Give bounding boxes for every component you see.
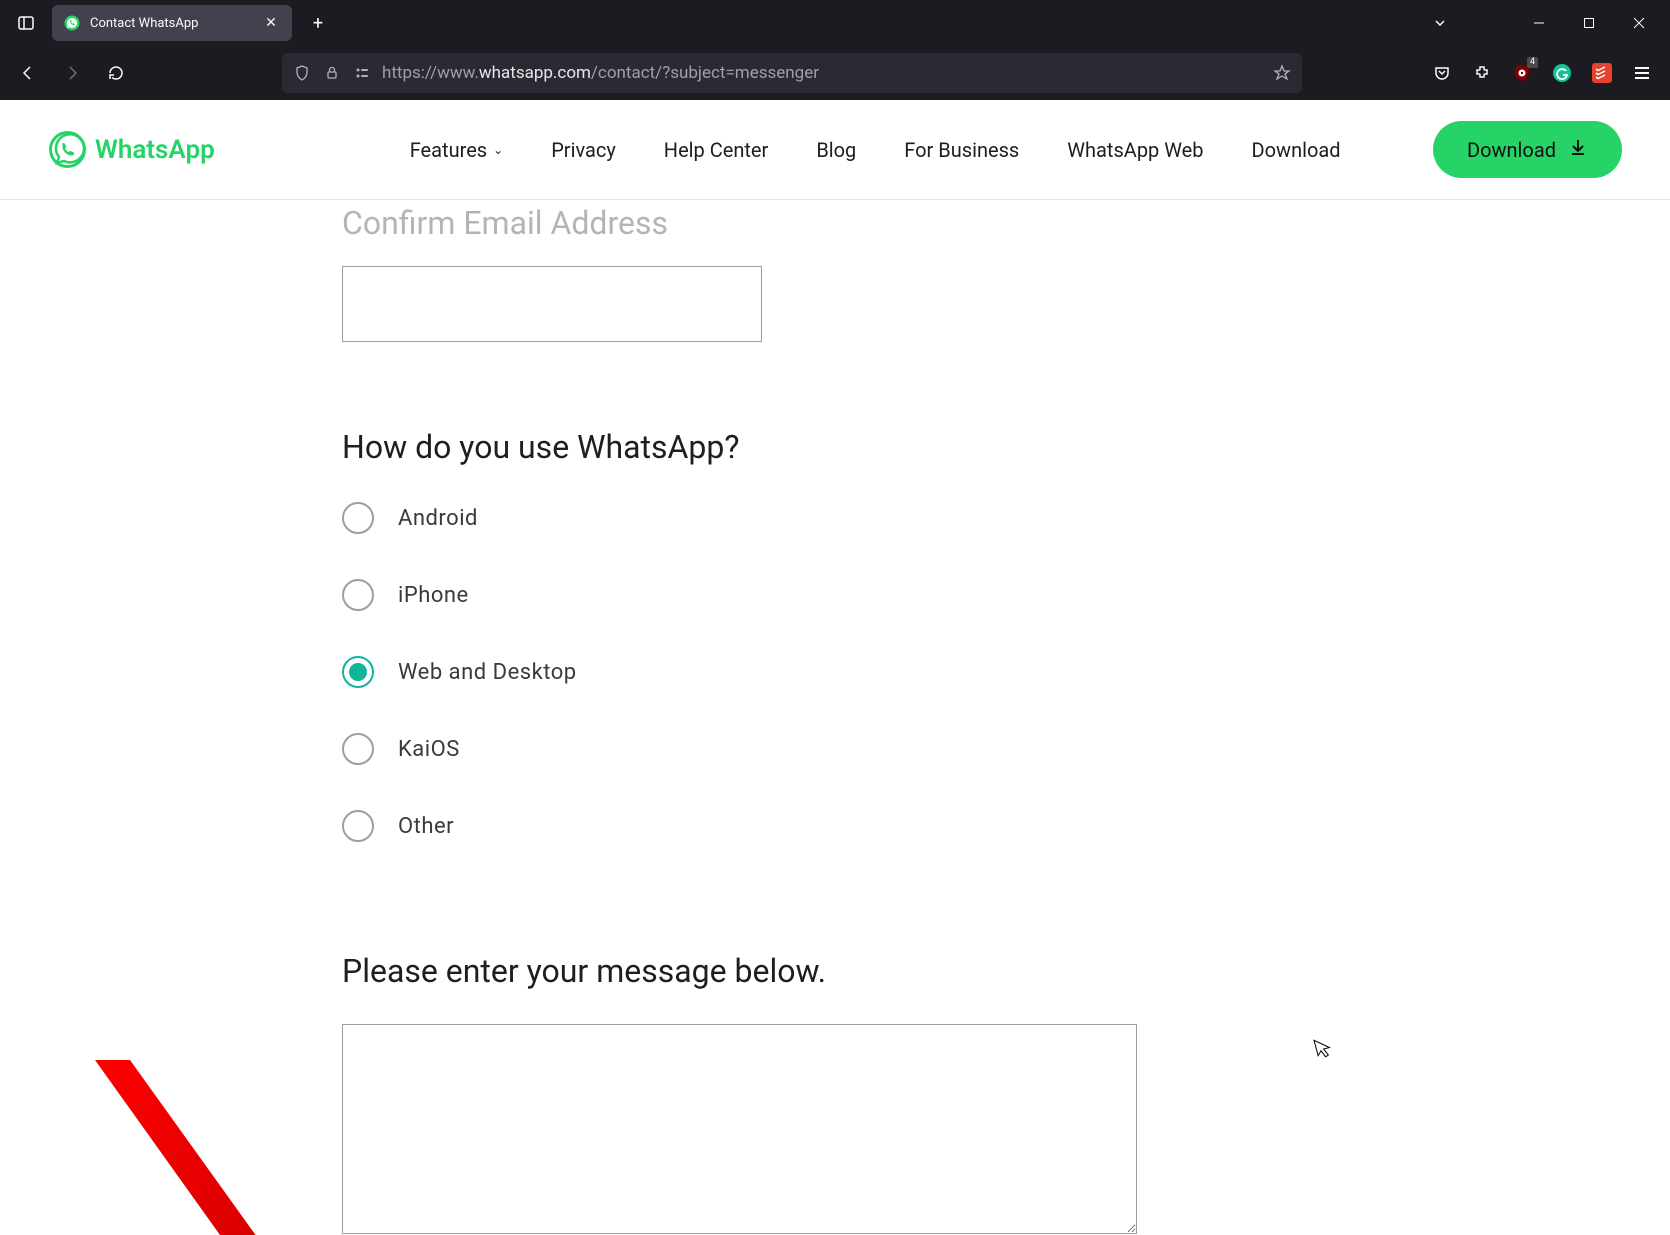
radio-label: iPhone <box>398 583 469 608</box>
extensions-icon[interactable] <box>1464 55 1500 91</box>
close-tab-icon[interactable]: ✕ <box>262 14 280 32</box>
site-header: WhatsApp Features ⌄ Privacy Help Center … <box>0 100 1670 200</box>
whatsapp-logo[interactable]: WhatsApp <box>48 130 215 169</box>
logo-text: WhatsApp <box>95 135 215 165</box>
lock-icon <box>322 63 342 83</box>
window-controls <box>1516 5 1662 41</box>
platform-radio-group: Android iPhone Web and Desktop KaiOS Oth… <box>342 502 1242 842</box>
minimize-button[interactable] <box>1516 5 1562 41</box>
close-window-button[interactable] <box>1616 5 1662 41</box>
message-heading: Please enter your message below. <box>342 952 1242 990</box>
usage-heading: How do you use WhatsApp? <box>342 428 1242 466</box>
radio-android[interactable]: Android <box>342 502 1242 534</box>
address-bar[interactable]: https://www.whatsapp.com/contact/?subjec… <box>282 53 1302 93</box>
new-tab-button[interactable]: + <box>300 5 336 41</box>
url-text: https://www.whatsapp.com/contact/?subjec… <box>382 63 1262 83</box>
nav-help-center[interactable]: Help Center <box>664 138 769 162</box>
radio-label: Android <box>398 506 478 531</box>
radio-circle-selected-icon <box>342 656 374 688</box>
download-button-label: Download <box>1467 138 1556 162</box>
nav-blog[interactable]: Blog <box>816 138 856 162</box>
tab-title: Contact WhatsApp <box>90 16 252 31</box>
browser-tab[interactable]: Contact WhatsApp ✕ <box>52 5 292 41</box>
message-textarea[interactable] <box>342 1024 1137 1234</box>
maximize-button[interactable] <box>1566 5 1612 41</box>
main-nav: Features ⌄ Privacy Help Center Blog For … <box>410 138 1341 162</box>
pocket-icon[interactable] <box>1424 55 1460 91</box>
tab-bar: Contact WhatsApp ✕ + <box>0 0 1670 46</box>
cursor-icon <box>1313 1035 1335 1065</box>
radio-kaios[interactable]: KaiOS <box>342 733 1242 765</box>
nav-whatsapp-web[interactable]: WhatsApp Web <box>1067 138 1203 162</box>
shield-icon <box>292 63 312 83</box>
radio-web-desktop[interactable]: Web and Desktop <box>342 656 1242 688</box>
radio-other[interactable]: Other <box>342 810 1242 842</box>
app-menu-icon[interactable] <box>1624 55 1660 91</box>
bookmark-star-icon[interactable] <box>1272 63 1292 83</box>
confirm-email-label: Confirm Email Address <box>342 204 1242 242</box>
permissions-icon <box>352 63 372 83</box>
download-icon <box>1568 137 1588 162</box>
todoist-icon[interactable] <box>1584 55 1620 91</box>
reload-button[interactable] <box>98 55 134 91</box>
nav-privacy[interactable]: Privacy <box>551 138 616 162</box>
forward-button[interactable] <box>54 55 90 91</box>
radio-circle-icon <box>342 733 374 765</box>
contact-form: Confirm Email Address How do you use Wha… <box>342 200 1242 1235</box>
ext-badge-count: 4 <box>1527 57 1538 68</box>
radio-circle-icon <box>342 579 374 611</box>
nav-for-business[interactable]: For Business <box>904 138 1019 162</box>
grammarly-icon[interactable] <box>1544 55 1580 91</box>
sidebar-toggle-icon[interactable] <box>8 5 44 41</box>
whatsapp-favicon-icon <box>64 15 80 31</box>
ublock-icon[interactable]: 4 <box>1504 55 1540 91</box>
radio-dot-icon <box>349 663 367 681</box>
radio-circle-icon <box>342 502 374 534</box>
download-button[interactable]: Download <box>1433 121 1622 178</box>
list-tabs-icon[interactable] <box>1422 5 1458 41</box>
radio-label: Other <box>398 814 454 839</box>
browser-chrome: Contact WhatsApp ✕ + <box>0 0 1670 100</box>
radio-label: Web and Desktop <box>398 660 577 685</box>
back-button[interactable] <box>10 55 46 91</box>
chevron-down-icon: ⌄ <box>493 143 503 157</box>
annotation-arrow-icon <box>95 1060 365 1235</box>
radio-circle-icon <box>342 810 374 842</box>
nav-features[interactable]: Features ⌄ <box>410 138 503 162</box>
page-content: Confirm Email Address How do you use Wha… <box>0 200 1670 1235</box>
confirm-email-input[interactable] <box>342 266 762 342</box>
radio-label: KaiOS <box>398 737 460 762</box>
url-bar: https://www.whatsapp.com/contact/?subjec… <box>0 46 1670 100</box>
nav-download[interactable]: Download <box>1252 138 1341 162</box>
radio-iphone[interactable]: iPhone <box>342 579 1242 611</box>
